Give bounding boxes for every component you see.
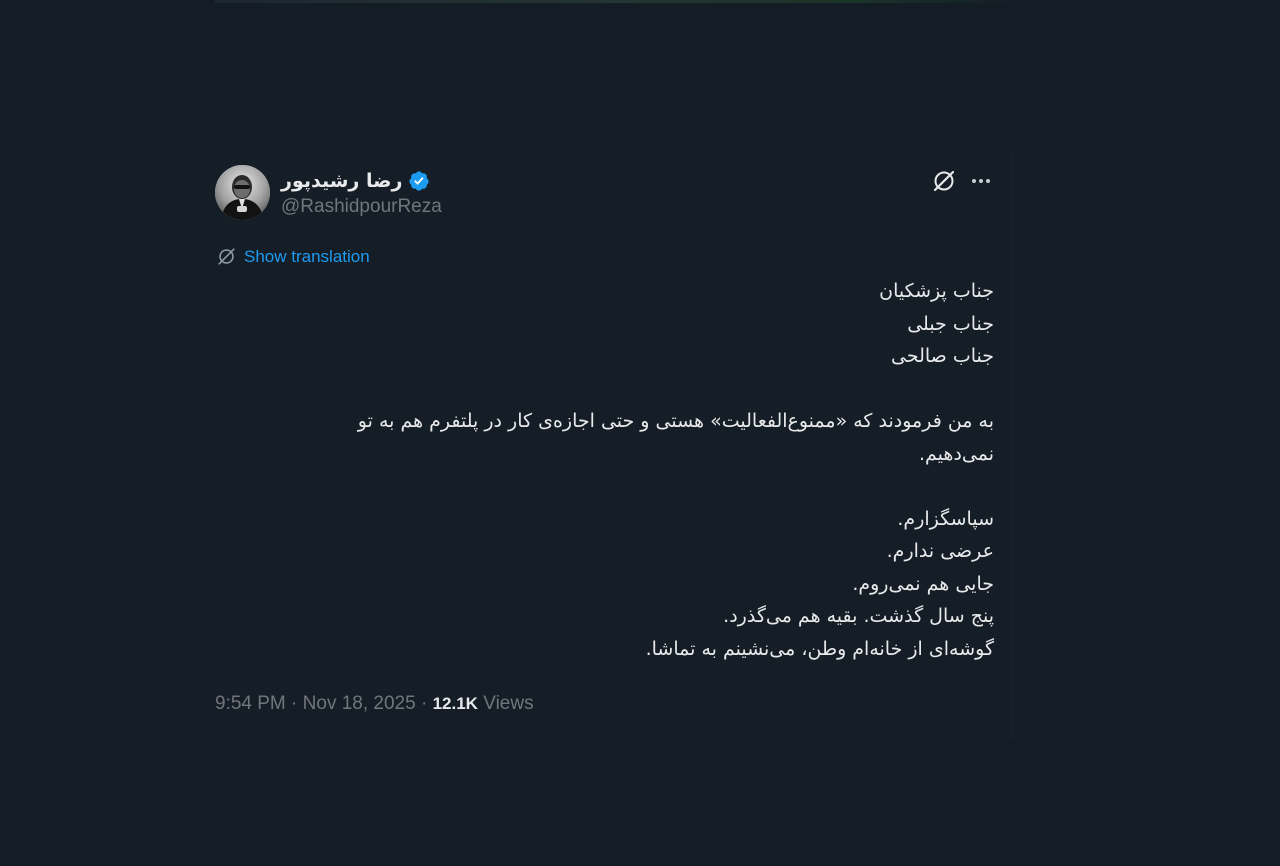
- tweet-metadata: 9:54 PM · Nov 18, 2025 · 12.1K Views: [215, 693, 534, 715]
- avatar-photo-icon: [215, 165, 270, 220]
- tweet-line: پنج سال گذشت. بقیه هم می‌گذرد.: [723, 605, 994, 627]
- author-avatar[interactable]: [215, 165, 270, 220]
- tweet-line: نمی‌دهیم.: [918, 442, 994, 465]
- author-handle[interactable]: @RashidpourReza: [281, 196, 442, 218]
- verified-badge-icon: [408, 170, 430, 192]
- views-label: Views: [483, 693, 534, 714]
- tweet-line: جناب صالحی: [890, 345, 994, 367]
- meta-separator: ·: [420, 693, 428, 714]
- tweet-date-link[interactable]: Nov 18, 2025: [303, 693, 416, 714]
- grok-icon[interactable]: [931, 168, 957, 194]
- more-options-icon[interactable]: [968, 168, 994, 194]
- screenshot-stage: رضا رشیدپور @RashidpourReza Show transla…: [0, 0, 1280, 866]
- tweet-body: جناب پزشکیان جناب جبلی جناب صالحی به من …: [234, 275, 994, 665]
- author-name-row[interactable]: رضا رشیدپور: [281, 168, 430, 194]
- meta-separator: ·: [291, 693, 298, 714]
- tweet-line: به من فرمودند که «ممنوع‌الفعالیت» هستی و…: [357, 410, 994, 432]
- cropped-previous-content: [215, 0, 1015, 3]
- tweet-line: جناب جبلی: [907, 312, 994, 335]
- tweet-line: عرضی ندارم.: [886, 540, 994, 562]
- tweet-time-link[interactable]: 9:54 PM: [215, 693, 286, 714]
- tweet-line: گوشه‌ای از خانه‌ام وطن، می‌نشینم به تماش…: [645, 637, 994, 660]
- show-translation-button[interactable]: Show translation: [216, 246, 370, 267]
- views-count: 12.1K: [432, 694, 478, 713]
- tweet-line: سپاسگزارم.: [897, 507, 994, 530]
- author-display-name[interactable]: رضا رشیدپور: [281, 170, 402, 192]
- tweet-line: جناب پزشکیان: [879, 280, 994, 302]
- show-translation-label[interactable]: Show translation: [244, 247, 370, 267]
- tweet-line: جایی هم نمی‌روم.: [852, 572, 994, 595]
- translate-icon: [216, 246, 237, 267]
- tweet-card[interactable]: رضا رشیدپور @RashidpourReza Show transla…: [200, 150, 1013, 740]
